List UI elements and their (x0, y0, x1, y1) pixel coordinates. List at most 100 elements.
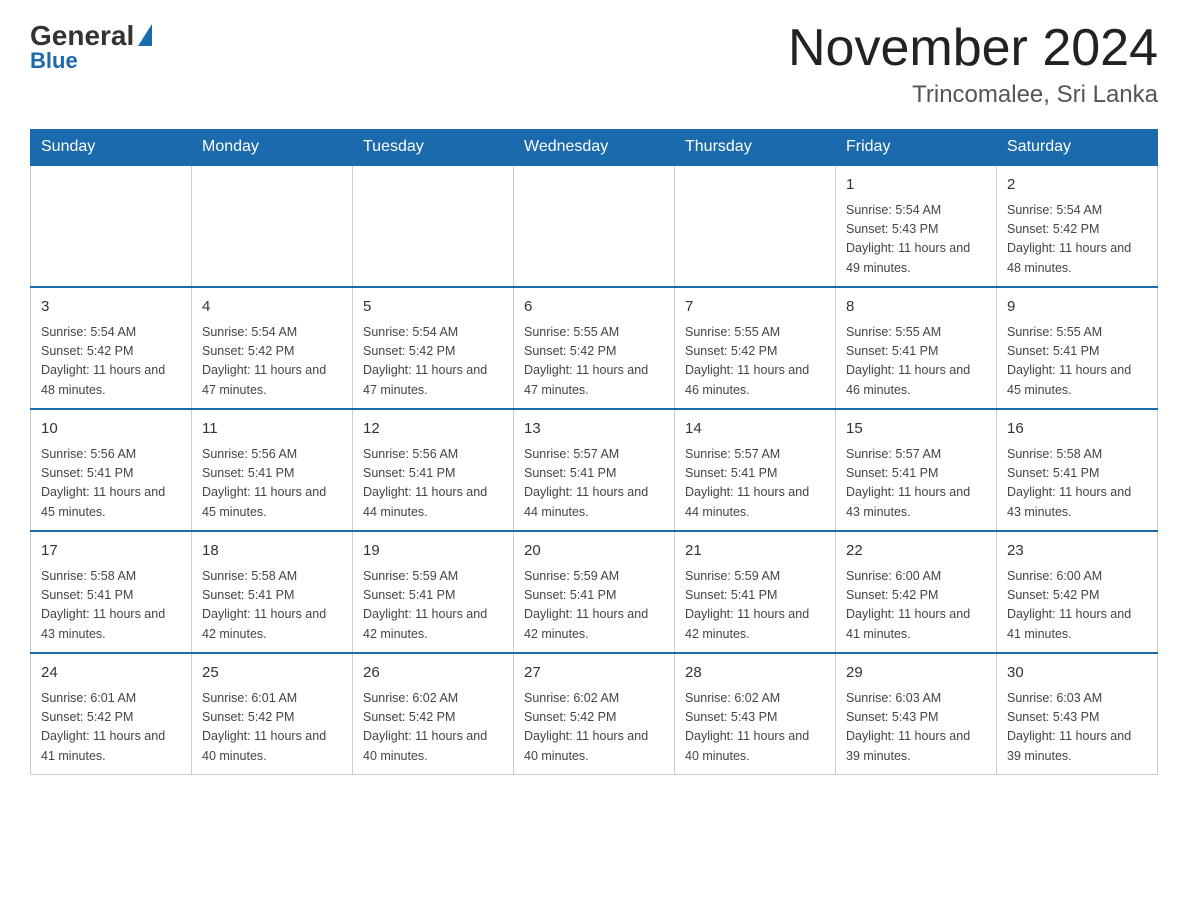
weekday-header-sunday: Sunday (31, 130, 192, 166)
day-info: Sunrise: 5:54 AM Sunset: 5:42 PM Dayligh… (41, 323, 181, 401)
calendar-cell: 13 Sunrise: 5:57 AM Sunset: 5:41 PM Dayli… (514, 409, 675, 531)
weekday-header-tuesday: Tuesday (353, 130, 514, 166)
day-number: 17 (41, 540, 181, 563)
day-info: Sunrise: 5:55 AM Sunset: 5:42 PM Dayligh… (524, 323, 664, 401)
day-info: Sunrise: 5:55 AM Sunset: 5:41 PM Dayligh… (846, 323, 986, 401)
day-number: 25 (202, 662, 342, 685)
day-number: 26 (363, 662, 503, 685)
day-info: Sunrise: 6:00 AM Sunset: 5:42 PM Dayligh… (1007, 567, 1147, 645)
day-number: 3 (41, 296, 181, 319)
weekday-header-row: SundayMondayTuesdayWednesdayThursdayFrid… (31, 130, 1158, 166)
day-number: 28 (685, 662, 825, 685)
weekday-header-saturday: Saturday (997, 130, 1158, 166)
calendar-week-row: 1 Sunrise: 5:54 AM Sunset: 5:43 PM Daylig… (31, 165, 1158, 287)
day-number: 6 (524, 296, 664, 319)
calendar-cell: 21Sunrise: 5:59 AM Sunset: 5:41 PM Dayli… (675, 531, 836, 653)
location-subtitle: Trincomalee, Sri Lanka (788, 81, 1158, 109)
day-info: Sunrise: 5:56 AM Sunset: 5:41 PM Dayligh… (363, 445, 503, 523)
calendar-cell: 10 Sunrise: 5:56 AM Sunset: 5:41 PM Dayli… (31, 409, 192, 531)
day-info: Sunrise: 5:54 AM Sunset: 5:42 PM Dayligh… (1007, 201, 1147, 279)
day-info: Sunrise: 6:01 AM Sunset: 5:42 PM Dayligh… (202, 689, 342, 767)
calendar-week-row: 17 Sunrise: 5:58 AM Sunset: 5:41 PM Dayli… (31, 531, 1158, 653)
calendar-cell: 2 Sunrise: 5:54 AM Sunset: 5:42 PM Daylig… (997, 165, 1158, 287)
calendar-cell: 28Sunrise: 6:02 AM Sunset: 5:43 PM Dayli… (675, 653, 836, 775)
day-info: Sunrise: 5:54 AM Sunset: 5:42 PM Dayligh… (202, 323, 342, 401)
calendar-cell: 17 Sunrise: 5:58 AM Sunset: 5:41 PM Dayli… (31, 531, 192, 653)
calendar-cell: 29 Sunrise: 6:03 AM Sunset: 5:43 PM Dayli… (836, 653, 997, 775)
day-info: Sunrise: 6:03 AM Sunset: 5:43 PM Dayligh… (1007, 689, 1147, 767)
day-info: Sunrise: 5:59 AM Sunset: 5:41 PM Dayligh… (685, 567, 825, 645)
weekday-header-wednesday: Wednesday (514, 130, 675, 166)
day-number: 11 (202, 418, 342, 441)
calendar-cell: 22 Sunrise: 6:00 AM Sunset: 5:42 PM Dayli… (836, 531, 997, 653)
day-number: 1 (846, 174, 986, 197)
calendar-cell: 9 Sunrise: 5:55 AM Sunset: 5:41 PM Daylig… (997, 287, 1158, 409)
day-info: Sunrise: 5:54 AM Sunset: 5:43 PM Dayligh… (846, 201, 986, 279)
day-info: Sunrise: 5:59 AM Sunset: 5:41 PM Dayligh… (524, 567, 664, 645)
calendar-cell: 14Sunrise: 5:57 AM Sunset: 5:41 PM Dayli… (675, 409, 836, 531)
day-number: 22 (846, 540, 986, 563)
calendar-cell: 20Sunrise: 5:59 AM Sunset: 5:41 PM Dayli… (514, 531, 675, 653)
day-info: Sunrise: 5:57 AM Sunset: 5:41 PM Dayligh… (846, 445, 986, 523)
logo-blue-text: Blue (30, 48, 78, 74)
calendar-cell: 23Sunrise: 6:00 AM Sunset: 5:42 PM Dayli… (997, 531, 1158, 653)
day-info: Sunrise: 6:02 AM Sunset: 5:42 PM Dayligh… (363, 689, 503, 767)
calendar-cell (675, 165, 836, 287)
weekday-header-monday: Monday (192, 130, 353, 166)
day-number: 13 (524, 418, 664, 441)
logo: General Blue (30, 20, 152, 74)
day-number: 10 (41, 418, 181, 441)
calendar-cell: 18 Sunrise: 5:58 AM Sunset: 5:41 PM Dayli… (192, 531, 353, 653)
day-number: 24 (41, 662, 181, 685)
day-number: 4 (202, 296, 342, 319)
calendar-cell: 8 Sunrise: 5:55 AM Sunset: 5:41 PM Daylig… (836, 287, 997, 409)
day-number: 8 (846, 296, 986, 319)
calendar-cell: 27 Sunrise: 6:02 AM Sunset: 5:42 PM Dayli… (514, 653, 675, 775)
day-number: 30 (1007, 662, 1147, 685)
day-number: 7 (685, 296, 825, 319)
day-number: 2 (1007, 174, 1147, 197)
day-info: Sunrise: 5:56 AM Sunset: 5:41 PM Dayligh… (41, 445, 181, 523)
title-section: November 2024 Trincomalee, Sri Lanka (788, 20, 1158, 109)
day-number: 5 (363, 296, 503, 319)
calendar-cell (514, 165, 675, 287)
calendar-cell: 19Sunrise: 5:59 AM Sunset: 5:41 PM Dayli… (353, 531, 514, 653)
day-info: Sunrise: 6:00 AM Sunset: 5:42 PM Dayligh… (846, 567, 986, 645)
day-number: 18 (202, 540, 342, 563)
day-number: 15 (846, 418, 986, 441)
calendar-cell: 24 Sunrise: 6:01 AM Sunset: 5:42 PM Dayli… (31, 653, 192, 775)
day-info: Sunrise: 5:54 AM Sunset: 5:42 PM Dayligh… (363, 323, 503, 401)
calendar-cell: 5 Sunrise: 5:54 AM Sunset: 5:42 PM Daylig… (353, 287, 514, 409)
calendar-cell: 16Sunrise: 5:58 AM Sunset: 5:41 PM Dayli… (997, 409, 1158, 531)
calendar-cell: 6 Sunrise: 5:55 AM Sunset: 5:42 PM Daylig… (514, 287, 675, 409)
day-info: Sunrise: 5:55 AM Sunset: 5:41 PM Dayligh… (1007, 323, 1147, 401)
day-info: Sunrise: 5:57 AM Sunset: 5:41 PM Dayligh… (524, 445, 664, 523)
month-year-title: November 2024 (788, 20, 1158, 77)
day-number: 9 (1007, 296, 1147, 319)
day-number: 12 (363, 418, 503, 441)
calendar-cell: 15 Sunrise: 5:57 AM Sunset: 5:41 PM Dayli… (836, 409, 997, 531)
calendar-cell (192, 165, 353, 287)
day-number: 19 (363, 540, 503, 563)
day-info: Sunrise: 5:58 AM Sunset: 5:41 PM Dayligh… (202, 567, 342, 645)
calendar-table: SundayMondayTuesdayWednesdayThursdayFrid… (30, 129, 1158, 775)
day-info: Sunrise: 5:56 AM Sunset: 5:41 PM Dayligh… (202, 445, 342, 523)
weekday-header-friday: Friday (836, 130, 997, 166)
calendar-cell (353, 165, 514, 287)
logo-triangle-icon (138, 24, 152, 46)
day-info: Sunrise: 6:03 AM Sunset: 5:43 PM Dayligh… (846, 689, 986, 767)
day-number: 27 (524, 662, 664, 685)
day-info: Sunrise: 6:01 AM Sunset: 5:42 PM Dayligh… (41, 689, 181, 767)
calendar-cell: 3 Sunrise: 5:54 AM Sunset: 5:42 PM Daylig… (31, 287, 192, 409)
day-info: Sunrise: 5:58 AM Sunset: 5:41 PM Dayligh… (41, 567, 181, 645)
day-info: Sunrise: 6:02 AM Sunset: 5:42 PM Dayligh… (524, 689, 664, 767)
calendar-week-row: 10 Sunrise: 5:56 AM Sunset: 5:41 PM Dayli… (31, 409, 1158, 531)
weekday-header-thursday: Thursday (675, 130, 836, 166)
calendar-cell: 1 Sunrise: 5:54 AM Sunset: 5:43 PM Daylig… (836, 165, 997, 287)
day-number: 29 (846, 662, 986, 685)
calendar-cell: 4 Sunrise: 5:54 AM Sunset: 5:42 PM Daylig… (192, 287, 353, 409)
day-info: Sunrise: 5:55 AM Sunset: 5:42 PM Dayligh… (685, 323, 825, 401)
calendar-cell: 11 Sunrise: 5:56 AM Sunset: 5:41 PM Dayli… (192, 409, 353, 531)
day-number: 16 (1007, 418, 1147, 441)
page-header: General Blue November 2024 Trincomalee, … (30, 20, 1158, 109)
